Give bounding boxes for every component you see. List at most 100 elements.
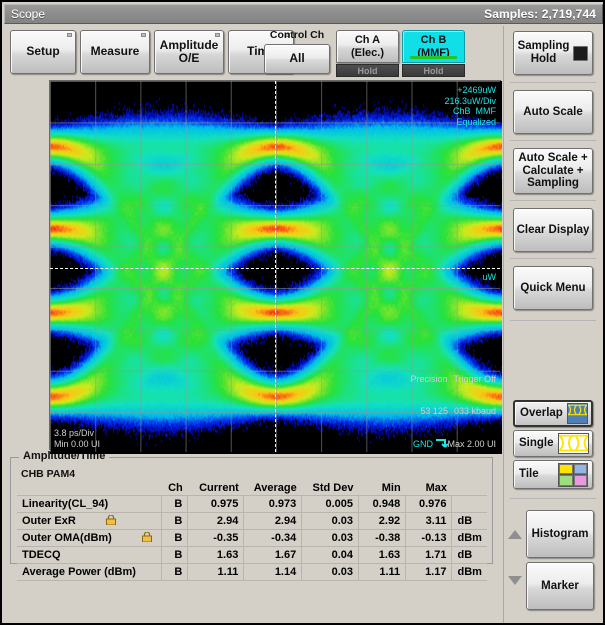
eye-diagram-display[interactable]: +2469uW 216.3uW/Div ChB MMF Equalized uW… <box>49 80 501 453</box>
channel-a-hold-indicator[interactable]: Hold <box>336 64 399 77</box>
row-ch: B <box>162 496 188 513</box>
channel-a-group: Ch A (Elec.) Hold <box>336 30 399 76</box>
row-ch: B <box>162 564 188 581</box>
row-unit: dBm <box>452 530 487 547</box>
sampling-hold-button[interactable]: Sampling Hold <box>513 31 593 75</box>
sidebar-divider <box>510 82 596 83</box>
auto-scale-calculate-label: Auto Scale + Calculate + Sampling <box>518 152 587 191</box>
table-row[interactable]: Linearity(CL_94)B0.9750.9730.0050.9480.9… <box>17 496 487 513</box>
row-current: 0.975 <box>188 496 244 513</box>
right-sidebar: Sampling Hold Auto Scale Auto Scale + Ca… <box>503 26 601 623</box>
sampling-hold-label: Sampling Hold <box>518 40 570 66</box>
histogram-button[interactable]: Histogram <box>526 510 594 558</box>
quick-menu-label: Quick Menu <box>520 282 585 295</box>
row-average: 1.14 <box>244 564 302 581</box>
samples-counter: Samples: 2,719,744 <box>484 7 596 21</box>
row-min: -0.38 <box>359 530 406 547</box>
row-max: 1.17 <box>406 564 452 581</box>
marker-label: Marker <box>541 580 579 593</box>
row-ch: B <box>162 513 188 530</box>
window-title: Scope <box>11 7 45 21</box>
col-header-unit <box>452 482 487 496</box>
overlap-label: Overlap <box>520 407 563 420</box>
lock-icon <box>106 515 116 525</box>
row-average: 0.973 <box>244 496 302 513</box>
channel-b-hold-label: Hold <box>424 66 444 76</box>
submenu-corner-icon <box>215 33 220 37</box>
quick-menu-button[interactable]: Quick Menu <box>513 266 593 310</box>
row-unit: dB <box>452 513 487 530</box>
table-row[interactable]: TDECQB1.631.670.041.631.71dB <box>17 547 487 564</box>
col-header-name <box>17 482 162 496</box>
row-unit: dB <box>452 547 487 564</box>
col-header-min: Min <box>359 482 406 496</box>
row-min: 2.92 <box>359 513 406 530</box>
row-ch: B <box>162 547 188 564</box>
row-ch: B <box>162 530 188 547</box>
single-mode-button[interactable]: Single <box>513 430 593 457</box>
control-channel-select[interactable]: All <box>264 44 330 74</box>
window-titlebar: Scope Samples: 2,719,744 <box>4 4 603 24</box>
measurement-table: Ch Current Average Std Dev Min Max Linea… <box>17 482 487 581</box>
overlap-eye-icon <box>567 403 588 424</box>
row-current: 1.63 <box>188 547 244 564</box>
amplitude-oe-button[interactable]: Amplitude O/E <box>154 30 224 74</box>
row-min: 0.948 <box>359 496 406 513</box>
table-row[interactable]: Average Power (dBm)B1.111.140.031.111.17… <box>17 564 487 581</box>
table-row[interactable]: Outer OMA(dBm)B-0.35-0.340.03-0.38-0.13d… <box>17 530 487 547</box>
tile-quadrant-4 <box>574 475 588 486</box>
measure-button[interactable]: Measure <box>80 30 150 74</box>
clear-display-button[interactable]: Clear Display <box>513 208 593 252</box>
row-stddev: 0.03 <box>302 513 359 530</box>
col-header-average: Average <box>244 482 302 496</box>
scroll-up-button[interactable] <box>504 520 526 548</box>
scroll-down-button[interactable] <box>504 566 526 594</box>
row-min: 1.63 <box>359 547 406 564</box>
auto-scale-calculate-sampling-button[interactable]: Auto Scale + Calculate + Sampling <box>513 148 593 194</box>
channel-a-button[interactable]: Ch A (Elec.) <box>336 30 399 63</box>
row-name: Linearity(CL_94) <box>17 496 162 513</box>
lock-icon <box>142 532 152 542</box>
tile-quadrant-3 <box>559 475 573 486</box>
row-max: 0.976 <box>406 496 452 513</box>
row-average: 1.67 <box>244 547 302 564</box>
table-header-row: Ch Current Average Std Dev Min Max <box>17 482 487 496</box>
tile-label: Tile <box>519 468 539 481</box>
col-header-stddev: Std Dev <box>302 482 359 496</box>
sidebar-divider <box>510 498 596 499</box>
gnd-label: GND <box>413 439 433 449</box>
auto-scale-button[interactable]: Auto Scale <box>513 90 593 134</box>
row-name: TDECQ <box>17 547 162 564</box>
histogram-label: Histogram <box>532 528 589 541</box>
channel-b-button[interactable]: Ch B (MMF) <box>402 30 465 63</box>
channel-b-hold-indicator[interactable]: Hold <box>402 64 465 77</box>
chevron-up-icon <box>508 530 522 539</box>
chevron-down-icon <box>508 576 522 585</box>
tile-mode-button[interactable]: Tile <box>513 460 593 489</box>
row-name: Outer ExR <box>17 513 162 530</box>
scope-application-window: Scope Samples: 2,719,744 Setup Measure A… <box>0 0 605 625</box>
sidebar-divider <box>510 320 596 321</box>
row-unit <box>452 496 487 513</box>
marker-button[interactable]: Marker <box>526 562 594 610</box>
row-average: -0.34 <box>244 530 302 547</box>
row-current: -0.35 <box>188 530 244 547</box>
channel-a-label: Ch A (Elec.) <box>351 34 384 59</box>
col-header-max: Max <box>406 482 452 496</box>
amplitude-oe-button-label: Amplitude O/E <box>160 39 219 66</box>
overlap-mode-button[interactable]: Overlap <box>513 400 593 427</box>
row-min: 1.11 <box>359 564 406 581</box>
measurement-panel: Amplitude/Time CHB PAM4 Ch Current Avera… <box>10 457 493 564</box>
tile-quadrant-2 <box>574 464 588 475</box>
row-max: -0.13 <box>406 530 452 547</box>
control-channel-group: Control Ch All <box>264 28 330 76</box>
row-average: 2.94 <box>244 513 302 530</box>
setup-button[interactable]: Setup <box>10 30 76 74</box>
single-label: Single <box>519 437 554 450</box>
sidebar-divider <box>510 200 596 201</box>
setup-button-label: Setup <box>26 45 59 58</box>
table-row[interactable]: Outer ExRB2.942.940.032.923.11dB <box>17 513 487 530</box>
measurement-panel-subtitle: CHB PAM4 <box>21 468 75 480</box>
col-header-current: Current <box>188 482 244 496</box>
top-toolbar: Setup Measure Amplitude O/E Time Control… <box>8 28 448 78</box>
